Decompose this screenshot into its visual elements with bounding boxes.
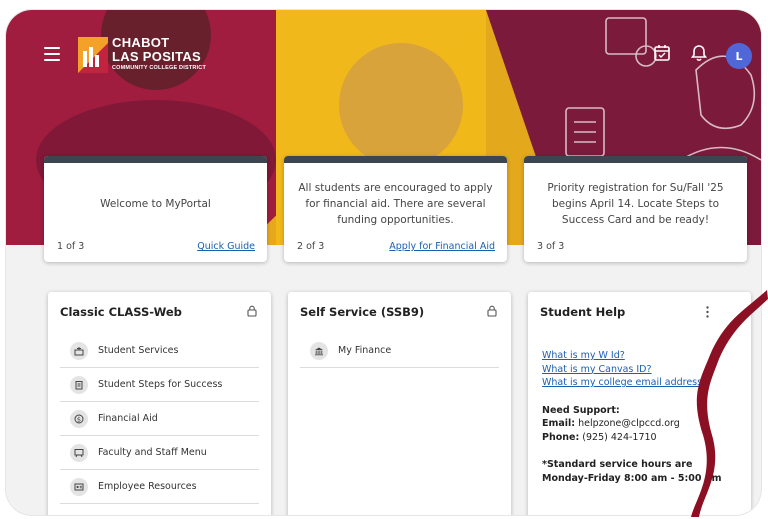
email-label: Email:: [542, 418, 576, 429]
brand-line-2: LAS POSITAS: [112, 49, 202, 64]
brand-line-3: COMMUNITY COLLEGE DISTRICT: [112, 65, 207, 71]
lock-icon: [247, 305, 257, 317]
brand-line-1: CHABOT: [112, 35, 170, 50]
chalkboard-icon: [70, 443, 88, 462]
classic-menu: Student Services Student Steps for Succe…: [60, 334, 259, 504]
announcement-card-1: Welcome to MyPortal 1 of 3 Quick Guide: [44, 156, 267, 262]
email-value: helpzone@clpccd.org: [578, 418, 680, 429]
announcement-text: Welcome to MyPortal: [100, 198, 211, 210]
ribbon-decoration: [691, 290, 768, 517]
menu-item-label: Student Steps for Success: [98, 379, 223, 390]
menu-item-label: Student Services: [98, 345, 179, 356]
self-service-panel: Self Service (SSB9) My Finance: [288, 292, 511, 515]
announcement-counter: 3 of 3: [537, 241, 565, 252]
announcement-text: All students are encouraged to apply for…: [298, 182, 493, 226]
panel-title: Student Help: [540, 305, 626, 319]
announcement-counter: 1 of 3: [57, 241, 85, 252]
menu-item-my-finance[interactable]: My Finance: [300, 334, 499, 368]
classic-classweb-panel: Classic CLASS-Web Student Services Stude…: [48, 292, 271, 515]
announcement-text: Priority registration for Su/Fall '25 be…: [547, 182, 724, 226]
announcement-card-3: Priority registration for Su/Fall '25 be…: [524, 156, 747, 262]
menu-item-steps-for-success[interactable]: Student Steps for Success: [60, 368, 259, 402]
quick-guide-link[interactable]: Quick Guide: [197, 241, 255, 252]
hamburger-menu-icon[interactable]: [44, 47, 60, 61]
menu-item-label: My Finance: [338, 345, 392, 356]
svg-text:$: $: [77, 415, 81, 423]
dollar-icon: $: [70, 409, 88, 428]
user-avatar[interactable]: L: [726, 43, 752, 69]
menu-item-financial-aid[interactable]: $ Financial Aid: [60, 402, 259, 436]
district-logo-icon: [78, 37, 108, 73]
bell-icon[interactable]: [690, 44, 708, 62]
phone-label: Phone:: [542, 431, 580, 443]
phone-value: (925) 424-1710: [582, 431, 657, 443]
id-card-icon: [70, 477, 88, 496]
menu-item-label: Employee Resources: [98, 481, 197, 492]
menu-item-faculty-staff[interactable]: Faculty and Staff Menu: [60, 436, 259, 470]
card-top-bar: [44, 156, 267, 163]
calendar-icon[interactable]: [653, 44, 671, 62]
card-top-bar: [524, 156, 747, 163]
announcement-card-2: All students are encouraged to apply for…: [284, 156, 507, 262]
menu-item-label: Financial Aid: [98, 413, 158, 424]
announcement-counter: 2 of 3: [297, 241, 325, 252]
menu-item-label: Faculty and Staff Menu: [98, 447, 207, 458]
portal-window: CHABOT LAS POSITAS COMMUNITY COLLEGE DIS…: [6, 10, 761, 515]
ssb-menu: My Finance: [300, 334, 499, 368]
menu-item-student-services[interactable]: Student Services: [60, 334, 259, 368]
district-name: CHABOT LAS POSITAS COMMUNITY COLLEGE DIS…: [112, 36, 206, 72]
panel-title: Self Service (SSB9): [300, 305, 425, 319]
clipboard-icon: [70, 375, 88, 394]
menu-item-employee-resources[interactable]: Employee Resources: [60, 470, 259, 504]
student-services-icon: [70, 341, 88, 360]
bank-icon: [310, 341, 328, 360]
lock-icon: [487, 305, 497, 317]
card-top-bar: [284, 156, 507, 163]
apply-financial-aid-link[interactable]: Apply for Financial Aid: [389, 241, 495, 252]
panel-title: Classic CLASS-Web: [60, 305, 182, 319]
